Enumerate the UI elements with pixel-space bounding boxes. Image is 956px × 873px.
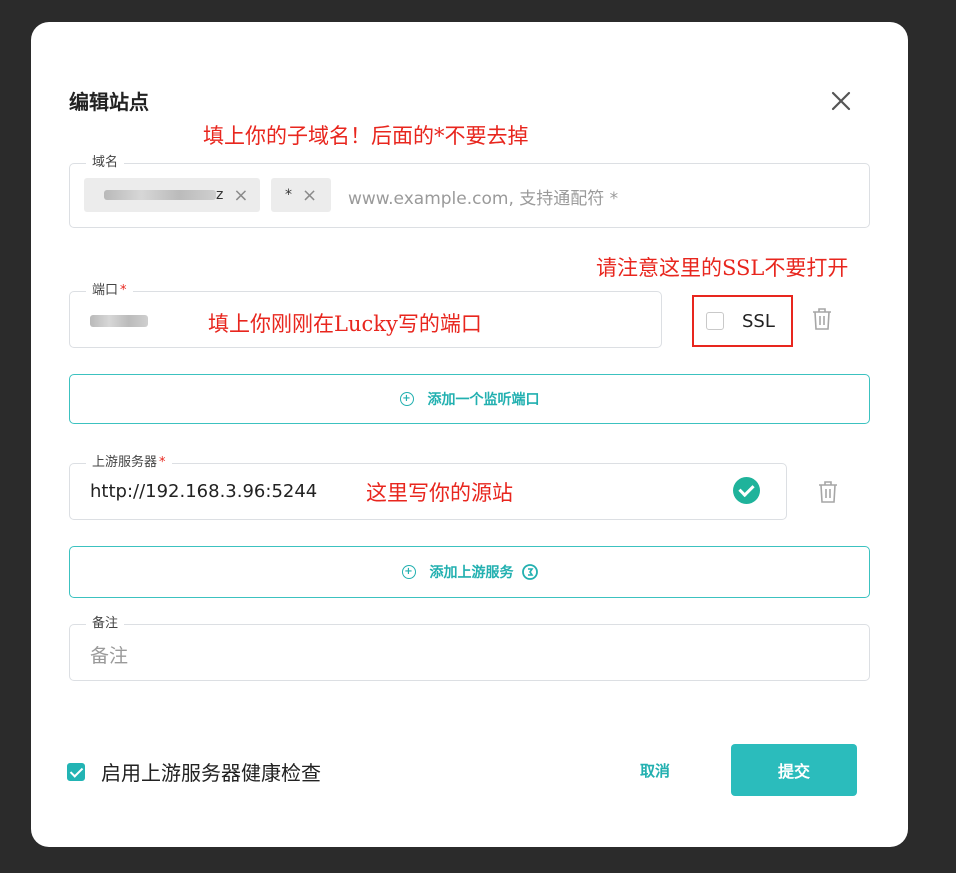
trash-icon[interactable]	[811, 307, 833, 331]
cancel-button[interactable]: 取消	[628, 757, 682, 783]
domain-input[interactable]: www.example.com, 支持通配符 *	[348, 184, 618, 209]
upstream-field[interactable]: 上游服务器 * http://192.168.3.96:5244 这里写你的源站	[69, 454, 787, 520]
note-label: 备注	[86, 615, 125, 633]
note-field[interactable]: 备注 备注	[69, 615, 870, 681]
port-label: 端口 *	[86, 282, 133, 300]
valid-check-icon	[733, 477, 760, 504]
upstream-input[interactable]: http://192.168.3.96:5244	[90, 481, 317, 502]
submit-button[interactable]: 提交	[731, 744, 857, 796]
ssl-toggle[interactable]: SSL	[692, 295, 793, 347]
ssl-checkbox[interactable]	[706, 312, 724, 330]
blurred-port	[90, 315, 148, 327]
edit-site-dialog: 编辑站点 填上你的子域名！后面的*不要去掉 域名 z × * × www.exa…	[31, 22, 908, 847]
domain-chip-text: z	[216, 187, 224, 203]
health-check-checkbox[interactable]	[67, 762, 85, 781]
wildcard-chip[interactable]: * ×	[271, 178, 331, 212]
dialog-title: 编辑站点	[69, 90, 149, 114]
port-annotation: 填上你刚刚在Lucky写的端口	[208, 312, 482, 336]
port-field[interactable]: 端口 * 填上你刚刚在Lucky写的端口	[69, 282, 662, 348]
upstream-label: 上游服务器 *	[86, 454, 172, 472]
wildcard-chip-text: *	[284, 187, 292, 203]
health-check-toggle[interactable]: 启用上游服务器健康检查	[67, 757, 321, 786]
add-upstream-button[interactable]: + 添加上游服务	[69, 546, 870, 598]
add-port-label: 添加一个监听端口	[427, 392, 540, 408]
add-upstream-label: 添加上游服务	[429, 565, 514, 581]
health-check-label: 启用上游服务器健康检查	[101, 761, 321, 785]
chip-remove-icon[interactable]: ×	[302, 185, 317, 206]
domain-annotation: 填上你的子域名！后面的*不要去掉	[203, 124, 529, 148]
domain-label: 域名	[86, 154, 125, 172]
blurred-domain-mask	[104, 190, 216, 200]
trash-icon[interactable]	[817, 480, 839, 504]
close-icon[interactable]	[826, 86, 856, 116]
add-port-button[interactable]: + 添加一个监听端口	[69, 374, 870, 424]
chip-remove-icon[interactable]: ×	[233, 185, 248, 206]
info-badge-icon	[521, 564, 538, 580]
add-icon: +	[401, 565, 416, 579]
ssl-label: SSL	[742, 310, 775, 332]
upstream-annotation: 这里写你的源站	[366, 481, 513, 505]
note-input[interactable]: 备注	[90, 641, 128, 668]
ssl-annotation: 请注意这里的SSL不要打开	[596, 256, 849, 280]
add-icon: +	[399, 392, 414, 406]
domain-field[interactable]: 域名 z × * × www.example.com, 支持通配符 *	[69, 154, 870, 228]
domain-chip[interactable]: z ×	[84, 178, 260, 212]
